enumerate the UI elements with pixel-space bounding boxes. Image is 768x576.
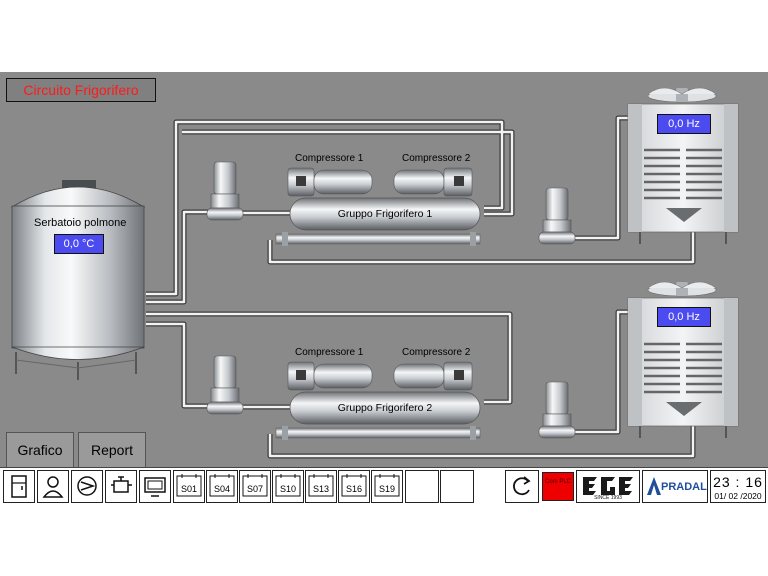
pradal-logo: PRADAL (642, 470, 708, 503)
user-button[interactable] (37, 470, 69, 503)
schedule-s07-button[interactable]: S07 (239, 470, 271, 503)
clock-date: 01/ 02 /2020 (714, 491, 762, 501)
schedule-s01-button[interactable]: S01 (173, 470, 205, 503)
group-2-equipment (206, 281, 739, 440)
schedule-label: S01 (180, 484, 197, 494)
pump-2b (538, 381, 576, 439)
schedule-s13-button[interactable]: S13 (305, 470, 337, 503)
dry-cooler-2 (627, 281, 739, 438)
schedule-s19-button[interactable]: S19 (371, 470, 403, 503)
clock: 23 : 16 01/ 02 /2020 (710, 470, 766, 503)
group-2-label: Gruppo Frigorifero 2 (337, 402, 433, 414)
pump-1a (206, 161, 244, 221)
toolbar-empty-slot-1 (405, 470, 439, 503)
plc-communication-status: Com PLC (542, 472, 574, 501)
compressor-1-1-label: Compressore 1 (295, 153, 364, 164)
schedule-label: S13 (312, 484, 329, 494)
pump-overview-button[interactable] (71, 470, 103, 503)
toolbar-empty-slot-2 (440, 470, 474, 503)
schedule-s04-button[interactable]: S04 (206, 470, 238, 503)
schedule-label: S07 (246, 484, 263, 494)
group-1-equipment (206, 87, 739, 246)
ege-logo: SINCE 1993 (576, 470, 640, 503)
schedule-label: S16 (345, 484, 362, 494)
bottom-toolbar: S01 S04 S07 S10 S13 S16 S19 Com PLC SINC… (0, 467, 768, 507)
engine-button[interactable] (105, 470, 137, 503)
cabinet-button[interactable] (3, 470, 35, 503)
compressor-2-2 (393, 361, 473, 391)
report-button[interactable]: Report (78, 432, 146, 468)
tank-temperature-readout: 0,0 °C (54, 234, 104, 254)
pradal-text: PRADAL (661, 481, 707, 493)
buffer-tank (10, 180, 146, 380)
chart-button[interactable]: Grafico (6, 432, 74, 468)
monitor-icon (144, 477, 166, 497)
compressor-2-2-label: Compressore 2 (402, 347, 471, 358)
schedule-label: S04 (213, 484, 230, 494)
schedule-label: S19 (378, 484, 395, 494)
cabinet-icon (11, 475, 27, 498)
compressor-1-2-label: Compressore 2 (402, 153, 471, 164)
user-icon (42, 476, 64, 498)
hmi-screen: Circuito Frigorifero Serbatoio polmone 0… (0, 72, 768, 506)
tank-label: Serbatoio polmone (34, 217, 127, 229)
compressor-1-1 (287, 167, 373, 197)
ege-since: SINCE 1993 (594, 495, 622, 501)
page-title: Circuito Frigorifero (6, 78, 156, 102)
compressor-1-2 (393, 167, 473, 197)
pump-2a (206, 355, 244, 415)
dry-cooler-1 (627, 87, 739, 244)
cooler-2-frequency-readout: 0,0 Hz (657, 307, 711, 327)
monitor-button[interactable] (139, 470, 171, 503)
pump-1b (538, 187, 576, 245)
compressor-2-1-label: Compressore 1 (295, 347, 364, 358)
heat-exchanger-2 (275, 426, 481, 440)
engine-icon (111, 476, 132, 493)
schedule-s10-button[interactable]: S10 (272, 470, 304, 503)
refresh-icon (513, 476, 531, 496)
refresh-button[interactable] (505, 470, 539, 503)
group-1-label: Gruppo Frigorifero 1 (337, 208, 433, 220)
heat-exchanger-1 (275, 232, 481, 246)
cooler-1-frequency-readout: 0,0 Hz (657, 114, 711, 134)
pump-icon (77, 476, 97, 496)
clock-time: 23 : 16 (713, 474, 763, 490)
compressor-2-1 (287, 361, 373, 391)
schedule-label: S10 (279, 484, 296, 494)
schedule-s16-button[interactable]: S16 (338, 470, 370, 503)
